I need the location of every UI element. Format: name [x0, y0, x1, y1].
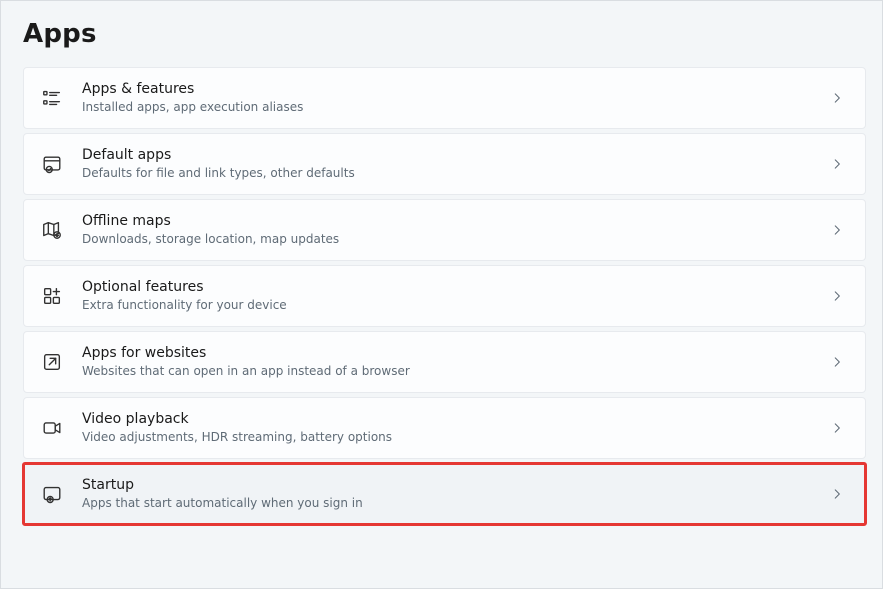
row-text: Optional features Extra functionality fo…	[82, 279, 817, 313]
row-title: Apps & features	[82, 81, 817, 99]
row-video-playback[interactable]: Video playback Video adjustments, HDR st…	[23, 397, 866, 459]
chevron-right-icon	[827, 418, 847, 438]
row-title: Default apps	[82, 147, 817, 165]
row-title: Offline maps	[82, 213, 817, 231]
row-text: Apps & features Installed apps, app exec…	[82, 81, 817, 115]
map-download-icon	[40, 218, 64, 242]
video-icon	[40, 416, 64, 440]
grid-add-icon	[40, 284, 64, 308]
chevron-right-icon	[827, 88, 847, 108]
chevron-right-icon	[827, 484, 847, 504]
row-offline-maps[interactable]: Offline maps Downloads, storage location…	[23, 199, 866, 261]
row-text: Video playback Video adjustments, HDR st…	[82, 411, 817, 445]
chevron-right-icon	[827, 286, 847, 306]
apps-settings-panel: Apps Apps & features Installed apps, app…	[0, 0, 883, 589]
settings-list: Apps & features Installed apps, app exec…	[1, 67, 882, 525]
row-default-apps[interactable]: Default apps Defaults for file and link …	[23, 133, 866, 195]
chevron-right-icon	[827, 352, 847, 372]
row-subtitle: Websites that can open in an app instead…	[82, 364, 817, 379]
row-subtitle: Defaults for file and link types, other …	[82, 166, 817, 181]
row-startup[interactable]: Startup Apps that start automatically wh…	[23, 463, 866, 525]
startup-icon	[40, 482, 64, 506]
row-subtitle: Apps that start automatically when you s…	[82, 496, 817, 511]
row-text: Default apps Defaults for file and link …	[82, 147, 817, 181]
chevron-right-icon	[827, 154, 847, 174]
row-subtitle: Installed apps, app execution aliases	[82, 100, 817, 115]
default-apps-icon	[40, 152, 64, 176]
row-title: Apps for websites	[82, 345, 817, 363]
row-title: Optional features	[82, 279, 817, 297]
apps-list-icon	[40, 86, 64, 110]
chevron-right-icon	[827, 220, 847, 240]
open-link-icon	[40, 350, 64, 374]
row-title: Video playback	[82, 411, 817, 429]
row-text: Offline maps Downloads, storage location…	[82, 213, 817, 247]
row-subtitle: Video adjustments, HDR streaming, batter…	[82, 430, 817, 445]
row-subtitle: Downloads, storage location, map updates	[82, 232, 817, 247]
row-apps-and-features[interactable]: Apps & features Installed apps, app exec…	[23, 67, 866, 129]
row-apps-for-websites[interactable]: Apps for websites Websites that can open…	[23, 331, 866, 393]
row-text: Apps for websites Websites that can open…	[82, 345, 817, 379]
row-optional-features[interactable]: Optional features Extra functionality fo…	[23, 265, 866, 327]
row-subtitle: Extra functionality for your device	[82, 298, 817, 313]
row-title: Startup	[82, 477, 817, 495]
row-text: Startup Apps that start automatically wh…	[82, 477, 817, 511]
page-title: Apps	[23, 19, 882, 49]
